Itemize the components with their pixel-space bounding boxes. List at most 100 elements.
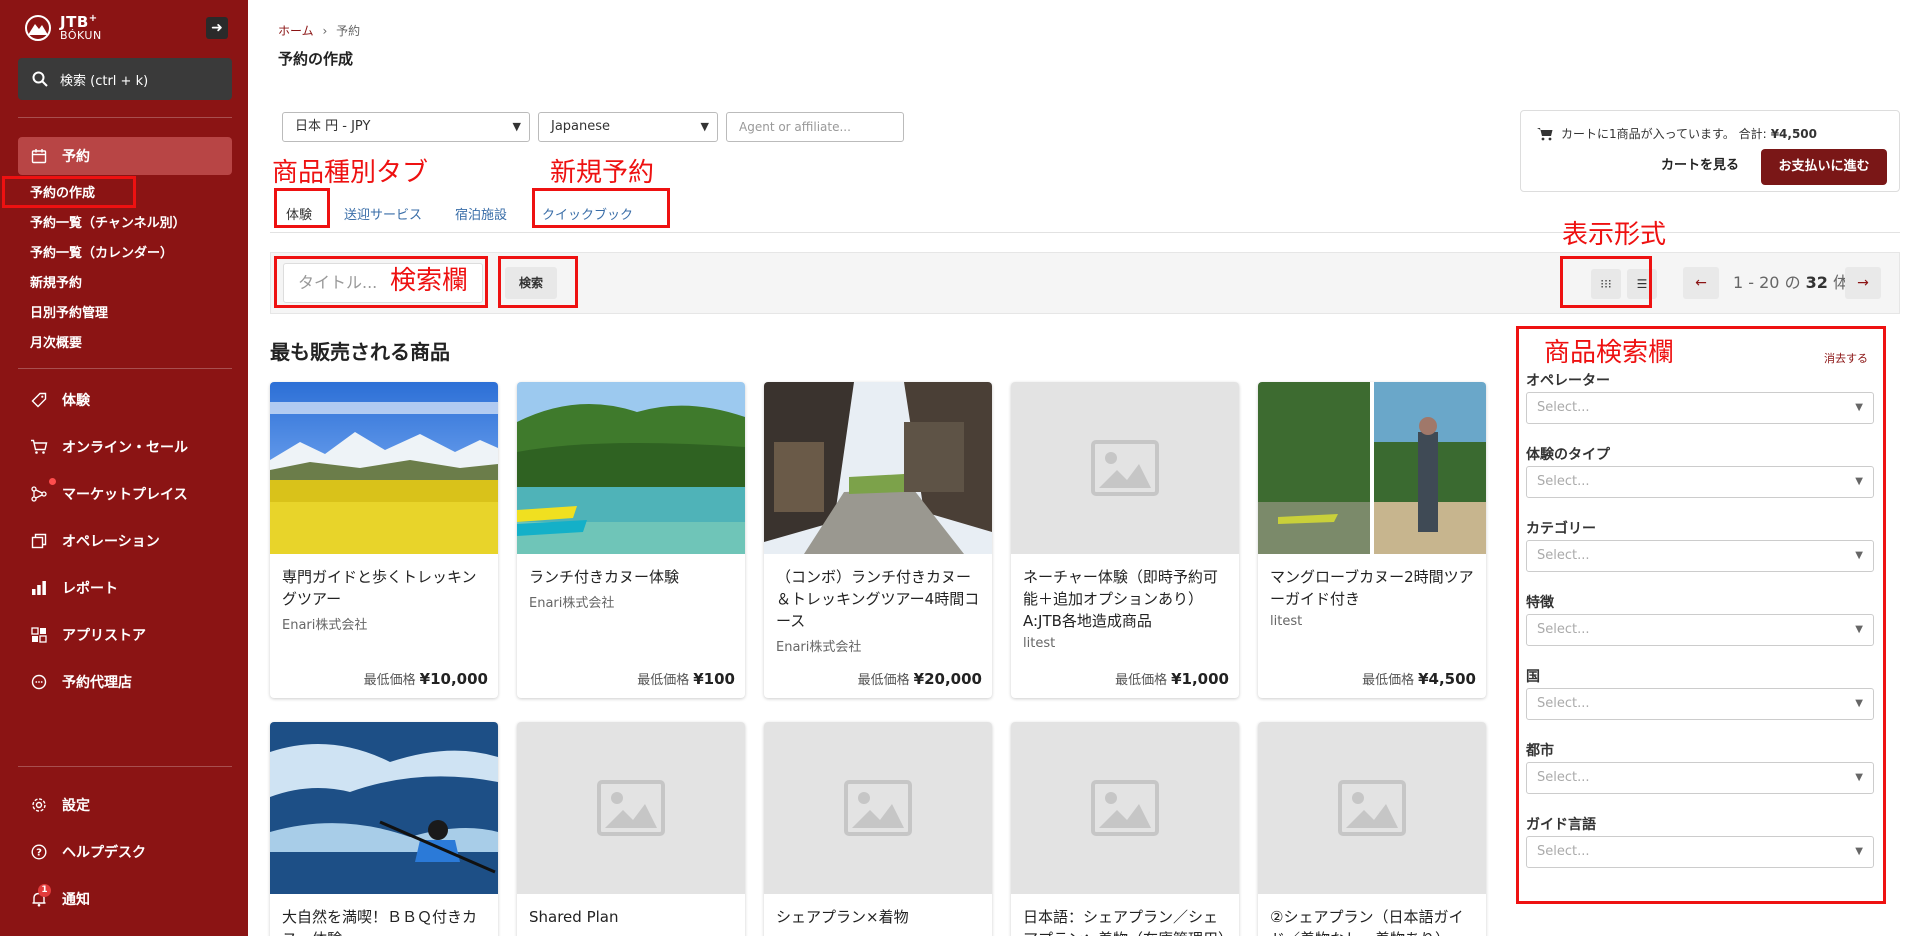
product-card[interactable]: Shared Plan (517, 722, 745, 936)
language-value: Japanese (551, 119, 611, 134)
product-card[interactable]: 大自然を満喫！ＢＢＱ付きカヌー体験 (270, 722, 498, 936)
product-image (517, 382, 745, 554)
page-title: 予約の作成 (278, 50, 354, 68)
sidebar-item-label: マーケットプレイス (62, 487, 188, 503)
sidebar-sub-booking-calendar[interactable]: 予約一覧（カレンダー） (30, 244, 173, 264)
currency-select[interactable]: 日本 円 - JPY ▼ (282, 112, 530, 142)
sidebar-item-agents[interactable]: 予約代理店 (30, 669, 132, 695)
breadcrumb-home[interactable]: ホーム (278, 24, 314, 38)
annotation-box-display-format (1560, 256, 1652, 308)
price-value: ¥10,000 (419, 670, 488, 688)
product-image (270, 722, 498, 894)
image-placeholder-icon (517, 722, 745, 894)
tab-accommodation[interactable]: 宿泊施設 (455, 204, 507, 223)
image-placeholder-icon (1011, 722, 1239, 894)
product-title: 大自然を満喫！ＢＢＱ付きカヌー体験 (282, 908, 478, 936)
sidebar-item-label: アプリストア (62, 628, 146, 644)
price-value: ¥20,000 (913, 670, 982, 688)
sidebar-sub-daily-booking[interactable]: 日別予約管理 (30, 304, 108, 324)
sidebar-sub-new-booking[interactable]: 新規予約 (30, 274, 82, 294)
product-title: ②シェアプラン（日本語ガイド／着物なし・着物あり） (1270, 908, 1464, 936)
product-operator: Enari株式会社 (529, 596, 615, 611)
tab-transfer[interactable]: 送迎サービス (344, 204, 422, 223)
price-label: 最低価格 (1115, 673, 1168, 688)
divider (18, 766, 232, 767)
product-operator: litest (1023, 636, 1056, 651)
product-card[interactable]: ②シェアプラン（日本語ガイド／着物なし・着物あり） (1258, 722, 1486, 936)
sidebar-item-helpdesk[interactable]: ? ヘルプデスク (30, 839, 146, 865)
sidebar-item-marketplace[interactable]: マーケットプレイス (30, 481, 188, 507)
product-card[interactable]: マングローブカヌー2時間ツアーガイド付き litest 最低価格 ¥4,500 (1258, 382, 1486, 698)
product-card[interactable]: シェアプラン×着物 (764, 722, 992, 936)
product-price: 最低価格 ¥4,500 (1362, 669, 1476, 688)
annotation-label-product-search: 商品検索欄 (1544, 338, 1675, 368)
logo[interactable]: JTB+ BÓKUN (24, 12, 102, 43)
image-placeholder-icon (1258, 722, 1486, 894)
sidebar-item-settings[interactable]: 設定 (30, 792, 90, 818)
cart-total: ¥4,500 (1770, 126, 1818, 141)
annotation-label-search-field: 検索欄 (390, 266, 469, 296)
currency-value: 日本 円 - JPY (295, 119, 371, 134)
copy-icon (30, 532, 48, 550)
product-image (1258, 382, 1486, 554)
view-cart-button[interactable]: カートを見る (1641, 149, 1759, 183)
pagination-range: 1 - 20 の (1733, 273, 1801, 292)
gear-icon (30, 796, 48, 814)
sidebar-item-label: 通知 (62, 892, 90, 908)
product-title: 専門ガイドと歩くトレッキングツアー (282, 568, 477, 608)
network-icon (30, 485, 48, 503)
grid-apps-icon (30, 626, 48, 644)
annotation-box-product-search (1516, 326, 1886, 904)
image-placeholder-icon (764, 722, 992, 894)
svg-text:?: ? (36, 848, 42, 859)
product-card[interactable]: 日本語：シェアプラン／シェアプラン：着物（在庫管理用） (1011, 722, 1239, 936)
product-card[interactable]: （コンボ）ランチ付きカヌー＆トレッキングツアー4時間コース Enari株式会社 … (764, 382, 992, 698)
prev-page-button[interactable]: ← (1683, 267, 1719, 299)
sidebar-item-label: オンライン・セール (62, 440, 188, 456)
agent-input[interactable]: Agent or affiliate... (726, 112, 904, 142)
notification-count-badge: 1 (38, 884, 51, 897)
sidebar-item-booking[interactable]: 予約 (30, 143, 90, 169)
price-label: 最低価格 (637, 673, 690, 688)
section-title: 最も販売される商品 (270, 340, 450, 364)
price-label: 最低価格 (363, 673, 416, 688)
annotation-box-quickbook (532, 188, 670, 228)
product-card[interactable]: 専門ガイドと歩くトレッキングツアー Enari株式会社 最低価格 ¥10,000 (270, 382, 498, 698)
breadcrumb-separator: › (322, 24, 328, 38)
product-price: 最低価格 ¥20,000 (858, 669, 982, 688)
agent-input-placeholder: Agent or affiliate... (739, 120, 851, 134)
sidebar-item-operations[interactable]: オペレーション (30, 528, 160, 554)
sidebar-search[interactable]: 検索 (ctrl + k) (18, 58, 232, 100)
annotation-label-new-booking: 新規予約 (550, 158, 655, 188)
product-card[interactable]: ネーチャー体験（即時予約可能＋追加オプションあり）A:JTB各地造成商品 lit… (1011, 382, 1239, 698)
price-value: ¥4,500 (1418, 670, 1476, 688)
sidebar-item-label: ヘルプデスク (62, 845, 146, 861)
price-label: 最低価格 (1362, 673, 1415, 688)
pagination-count: 32 (1805, 273, 1828, 292)
sidebar-sub-monthly-summary[interactable]: 月次概要 (30, 334, 82, 354)
cart-summary: カートに1商品が入っています。 合計: ¥4,500 カートを見る お支払いに進… (1520, 110, 1900, 192)
tag-icon (30, 391, 48, 409)
proceed-to-payment-button[interactable]: お支払いに進む (1761, 149, 1887, 185)
collapse-sidebar-button[interactable]: ➜ (206, 17, 228, 39)
price-value: ¥1,000 (1171, 670, 1229, 688)
sidebar-item-app-store[interactable]: アプリストア (30, 622, 146, 648)
sidebar-item-label: 予約 (62, 149, 90, 165)
product-title: Shared Plan (529, 908, 619, 926)
product-operator: Enari株式会社 (776, 640, 862, 655)
language-select[interactable]: Japanese ▼ (538, 112, 718, 142)
sidebar: JTB+ BÓKUN ➜ 検索 (ctrl + k) 予約 予約の作成 予約一覧… (0, 0, 248, 936)
sidebar-item-online-sales[interactable]: オンライン・セール (30, 434, 188, 460)
product-title: マングローブカヌー2時間ツアーガイド付き (1270, 568, 1474, 608)
product-image (764, 382, 992, 554)
sidebar-item-reports[interactable]: レポート (30, 575, 118, 601)
sidebar-sub-booking-by-channel[interactable]: 予約一覧（チャンネル別） (30, 214, 186, 234)
next-page-button[interactable]: → (1845, 267, 1881, 299)
price-label: 最低価格 (857, 673, 910, 688)
sidebar-item-experiences[interactable]: 体験 (30, 387, 90, 413)
product-title: ランチ付きカヌー体験 (529, 568, 680, 586)
sidebar-item-label: オペレーション (62, 534, 160, 550)
product-card[interactable]: ランチ付きカヌー体験 Enari株式会社 最低価格 ¥100 (517, 382, 745, 698)
product-operator: litest (1270, 614, 1303, 629)
product-price: 最低価格 ¥10,000 (364, 669, 488, 688)
